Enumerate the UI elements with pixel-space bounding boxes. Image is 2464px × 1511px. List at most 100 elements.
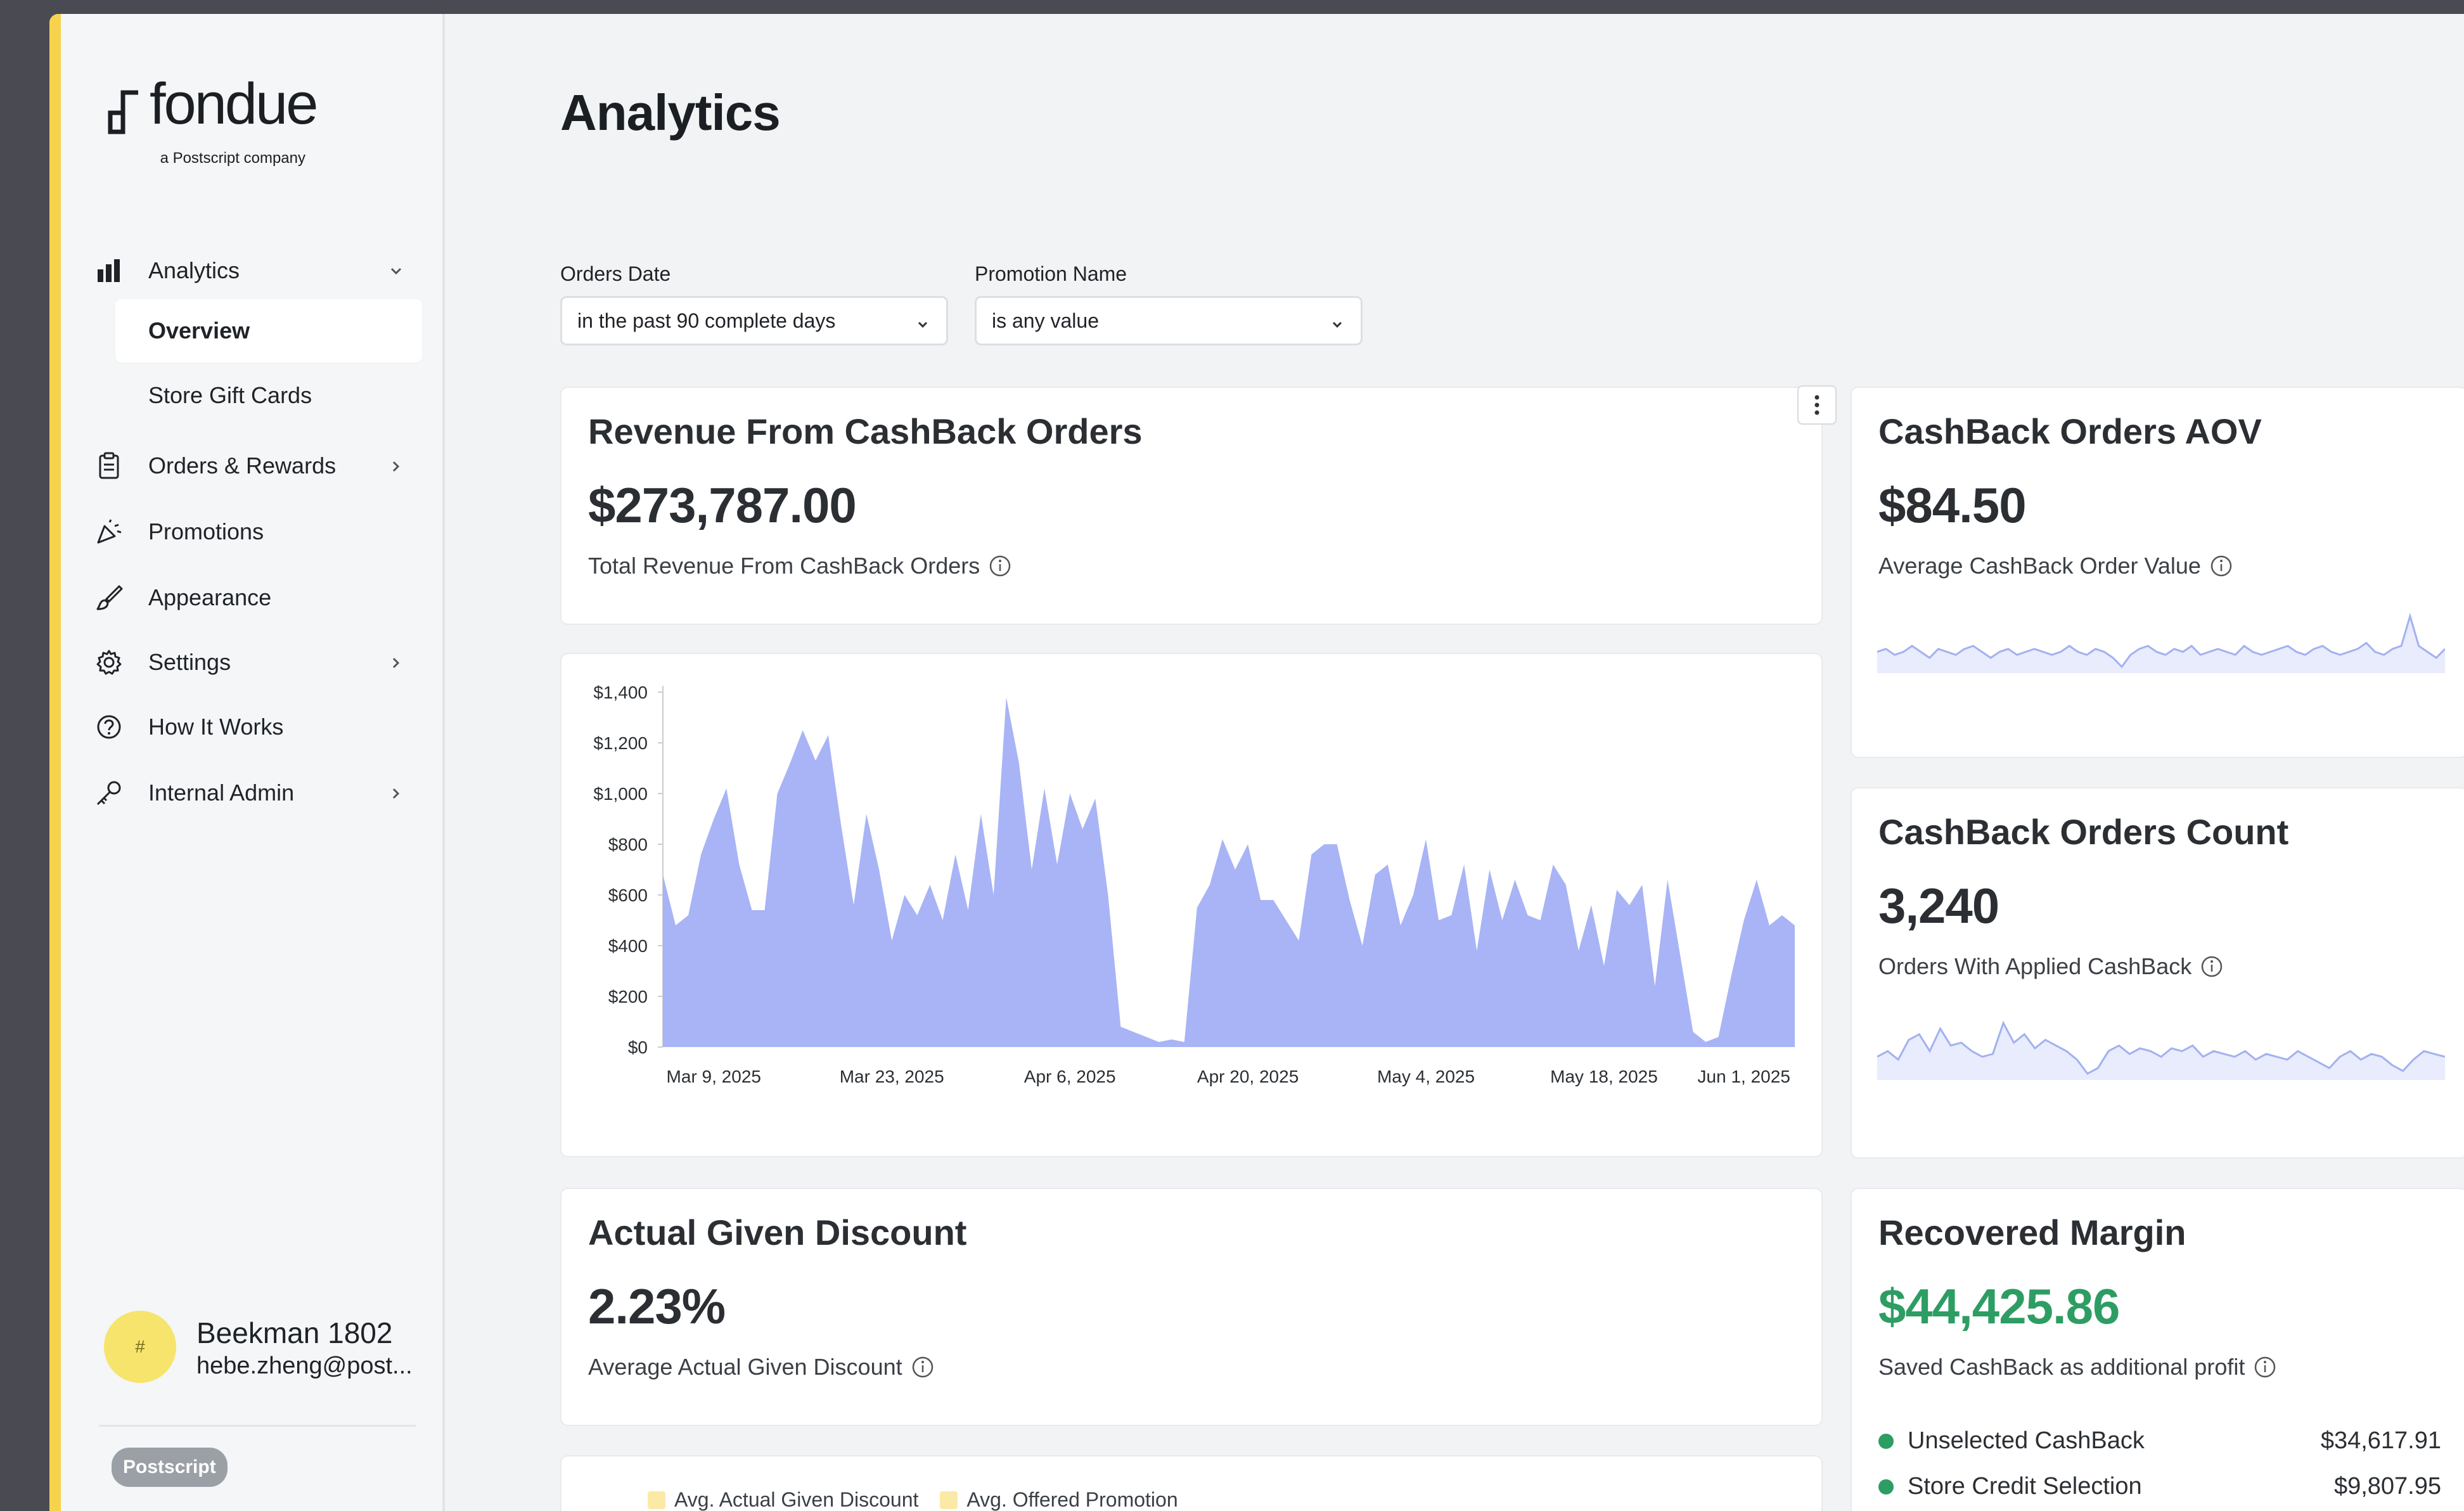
filter-promotion-name: Promotion Name is any value: [975, 262, 1363, 345]
y-tick-label: $800: [608, 835, 648, 854]
sidebar-item-label: Internal Admin: [148, 780, 295, 806]
x-tick-label: Mar 9, 2025: [667, 1067, 761, 1086]
sidebar-item-orders-rewards[interactable]: Orders & Rewards: [89, 437, 425, 494]
y-tick-label: $0: [628, 1038, 648, 1057]
chart-legend: Avg. Actual Given Discount Avg. Offered …: [648, 1488, 1178, 1511]
card-value: $44,425.86: [1878, 1278, 2120, 1334]
chevron-down-icon: [387, 260, 406, 286]
question-circle-icon: [89, 714, 129, 740]
account-email: hebe.zheng@post...: [196, 1353, 413, 1379]
kebab-menu-icon: [1814, 395, 1819, 415]
chevron-right-icon: [387, 782, 406, 809]
breakdown-value: $9,807.95: [2333, 1473, 2441, 1500]
revenue-area-series: [663, 697, 1795, 1047]
info-icon[interactable]: [2254, 1356, 2276, 1379]
card-subtitle-text: Average CashBack Order Value: [1878, 553, 2201, 579]
sidebar-item-promotions[interactable]: Promotions: [89, 503, 425, 560]
breakdown-row: Store Credit Selection: [1878, 1473, 2142, 1500]
account-switcher[interactable]: # Beekman 1802 hebe.zheng@post...: [104, 1311, 433, 1387]
accent-stripe: [49, 14, 61, 1511]
legend-swatch: [648, 1491, 665, 1509]
chevron-right-icon: [387, 652, 406, 678]
status-dot: [1878, 1433, 1894, 1449]
page-title: Analytics: [560, 84, 781, 141]
filter-label: Promotion Name: [975, 262, 1127, 285]
sidebar-item-label: How It Works: [148, 714, 284, 740]
key-icon: [89, 779, 129, 807]
card-subtitle-text: Orders With Applied CashBack: [1878, 953, 2192, 979]
card-subtitle: Average CashBack Order Value: [1878, 553, 2233, 579]
promotion-name-select[interactable]: is any value: [975, 296, 1363, 345]
filter-label: Orders Date: [560, 262, 671, 285]
breakdown-row: Unselected CashBack: [1878, 1427, 2145, 1455]
card-subtitle: Average Actual Given Discount: [588, 1354, 934, 1380]
select-value: is any value: [992, 309, 1099, 332]
legend-label: Avg. Offered Promotion: [966, 1488, 1178, 1511]
revenue-card: Revenue From CashBack Orders $273,787.00…: [560, 387, 1823, 625]
sidebar-item-store-gift-cards[interactable]: Store Gift Cards: [115, 364, 422, 427]
card-value: 2.23%: [588, 1278, 726, 1334]
actual-discount-card: Actual Given Discount 2.23% Average Actu…: [560, 1188, 1823, 1426]
revenue-area-chart: $0 $200 $400 $600 $800 $1,000 $1,200 $1,400 Mar …: [593, 683, 1795, 1086]
card-title: Actual Given Discount: [588, 1212, 967, 1252]
sidebar-item-overview[interactable]: Overview: [115, 299, 422, 363]
info-icon[interactable]: [989, 555, 1011, 577]
card-subtitle: Orders With Applied CashBack: [1878, 953, 2223, 980]
x-tick-label: May 4, 2025: [1377, 1067, 1475, 1086]
paintbrush-icon: [89, 584, 129, 612]
chevron-down-icon: [1329, 314, 1345, 338]
card-subtitle: Total Revenue From CashBack Orders: [588, 553, 1011, 579]
sidebar-item-label: Analytics: [148, 257, 240, 283]
y-tick-label: $400: [608, 936, 648, 956]
y-tick-label: $600: [608, 885, 648, 905]
recovered-margin-card: Recovered Margin $44,425.86 Saved CashBa…: [1851, 1188, 2464, 1511]
orders-count-sparkline: [1877, 1020, 2445, 1080]
status-dot: [1878, 1479, 1894, 1495]
app-window: fondue a Postscript company Analytics Ov…: [49, 14, 2464, 1511]
card-value: $273,787.00: [588, 477, 857, 533]
orders-date-select[interactable]: in the past 90 complete days: [560, 296, 948, 345]
card-subtitle-text: Average Actual Given Discount: [588, 1354, 902, 1380]
card-title: CashBack Orders Count: [1878, 812, 2289, 852]
account-name: Beekman 1802: [196, 1316, 393, 1349]
y-tick-label: $200: [608, 987, 648, 1006]
select-value: in the past 90 complete days: [577, 309, 836, 332]
card-title: CashBack Orders AOV: [1878, 411, 2262, 451]
postscript-badge[interactable]: Postscript: [112, 1448, 228, 1487]
orders-count-card: CashBack Orders Count 3,240 Orders With …: [1851, 787, 2464, 1159]
revenue-chart-card: $0 $200 $400 $600 $800 $1,000 $1,200 $1,400 Mar …: [560, 653, 1823, 1157]
sidebar: fondue a Postscript company Analytics Ov…: [61, 14, 445, 1511]
card-title: Revenue From CashBack Orders: [588, 411, 1143, 451]
breakdown-label: Store Credit Selection: [1908, 1473, 2142, 1500]
aov-card: CashBack Orders AOV $84.50 Average CashB…: [1851, 387, 2464, 758]
info-icon[interactable]: [911, 1356, 934, 1379]
card-value: $84.50: [1878, 477, 2027, 533]
clipboard-icon: [89, 452, 129, 480]
card-title: Recovered Margin: [1878, 1212, 2186, 1252]
sidebar-item-appearance[interactable]: Appearance: [89, 569, 425, 626]
x-tick-label: Apr 6, 2025: [1024, 1067, 1116, 1086]
sparkline-area: [1877, 1023, 2445, 1080]
sidebar-item-internal-admin[interactable]: Internal Admin: [89, 764, 425, 821]
sidebar-item-analytics[interactable]: Analytics: [89, 242, 425, 299]
card-value: 3,240: [1878, 878, 1999, 934]
bar-chart-icon: [89, 258, 129, 283]
y-tick-label: $1,000: [593, 784, 648, 804]
x-tick-label: Apr 20, 2025: [1197, 1067, 1299, 1086]
sidebar-item-label: Orders & Rewards: [148, 453, 337, 479]
sidebar-item-how-it-works[interactable]: How It Works: [89, 698, 425, 756]
sidebar-item-label: Settings: [148, 649, 231, 675]
divider: [99, 1425, 416, 1427]
brand-tagline: a Postscript company: [160, 150, 305, 167]
card-menu-button[interactable]: [1797, 385, 1837, 425]
breakdown-label: Unselected CashBack: [1908, 1427, 2145, 1454]
gear-icon: [89, 649, 129, 676]
info-icon[interactable]: [2210, 555, 2233, 577]
card-subtitle: Saved CashBack as additional profit: [1878, 1354, 2276, 1380]
chevron-right-icon: [387, 455, 406, 482]
fondue-logo-icon: [108, 90, 138, 134]
sidebar-item-label: Promotions: [148, 518, 264, 544]
info-icon[interactable]: [2200, 955, 2223, 978]
sidebar-item-settings[interactable]: Settings: [89, 634, 425, 691]
y-tick-label: $1,400: [593, 683, 648, 702]
